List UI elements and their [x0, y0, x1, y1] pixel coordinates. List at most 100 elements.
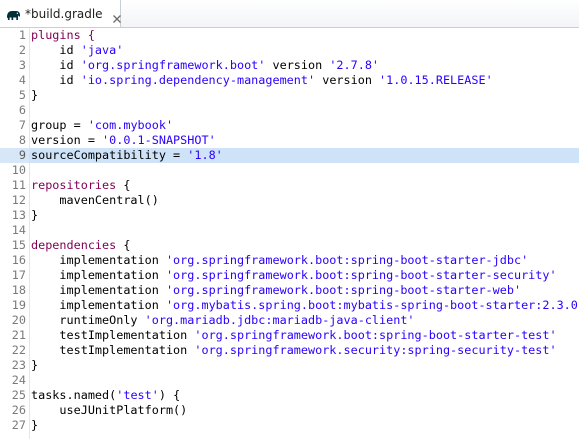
- code-token: }: [31, 418, 39, 432]
- code-line[interactable]: 8 version = '0.0.1-SNAPSHOT': [0, 133, 579, 148]
- code-line[interactable]: 26 useJUnitPlatform(): [0, 403, 579, 418]
- code-token: id: [31, 73, 81, 87]
- code-line[interactable]: 17 implementation 'org.springframework.b…: [0, 268, 579, 283]
- code-line[interactable]: 5}: [0, 88, 579, 103]
- code-token: testImplementation: [31, 328, 195, 342]
- line-number: 19: [11, 298, 26, 312]
- code-line[interactable]: 4 id 'io.spring.dependency-management' v…: [0, 73, 579, 88]
- code-text: sourceCompatibility = '1.8': [31, 148, 223, 163]
- code-text: testImplementation 'org.springframework.…: [31, 343, 556, 358]
- tab-build-gradle[interactable]: *build.gradle: [0, 0, 121, 27]
- code-line[interactable]: 25 tasks.named('test') {: [0, 388, 579, 403]
- code-line[interactable]: 14: [0, 223, 579, 238]
- line-number: 20: [11, 313, 26, 327]
- code-text: mavenCentral(): [31, 193, 159, 208]
- code-token: useJUnitPlatform(): [31, 403, 188, 417]
- string-literal: 'org.springframework.boot': [80, 58, 266, 72]
- string-literal: 'org.springframework.boot:spring-boot-st…: [165, 268, 557, 282]
- editor-tab-bar: *build.gradle: [0, 0, 579, 28]
- close-icon[interactable]: [112, 9, 122, 23]
- keyword-token: plugins {: [31, 28, 95, 42]
- code-text: implementation 'org.springframework.boot…: [31, 253, 528, 268]
- code-line[interactable]: 18 implementation 'org.springframework.b…: [0, 283, 579, 298]
- string-literal: 'java': [80, 43, 124, 57]
- code-token: sourceCompatibility =: [31, 148, 188, 162]
- code-line[interactable]: 1 plugins {: [0, 28, 579, 43]
- code-text: id 'org.springframework.boot' version '2…: [31, 58, 379, 73]
- code-token: version =: [31, 133, 103, 147]
- line-number: 11: [11, 178, 26, 192]
- code-token: }: [31, 88, 39, 102]
- code-token: tasks.named(: [31, 388, 117, 402]
- code-line[interactable]: 27}: [0, 418, 579, 433]
- line-number: 8: [18, 133, 26, 147]
- code-text: id 'io.spring.dependency-management' ver…: [31, 73, 493, 88]
- code-token: mavenCentral(): [31, 193, 159, 207]
- code-token: implementation: [31, 268, 166, 282]
- code-line[interactable]: 6: [0, 103, 579, 118]
- code-line[interactable]: 7 group = 'com.mybook': [0, 118, 579, 133]
- code-text: runtimeOnly 'org.mariadb.jdbc:mariadb-ja…: [31, 313, 414, 328]
- line-number: 9: [0, 148, 29, 163]
- code-text: }: [31, 358, 38, 373]
- code-line[interactable]: 3 id 'org.springframework.boot' version …: [0, 58, 579, 73]
- code-token: implementation: [31, 283, 166, 297]
- code-token: version: [265, 58, 330, 72]
- tab-title: *build.gradle: [25, 6, 103, 21]
- code-line[interactable]: 9 sourceCompatibility = '1.8': [0, 148, 579, 163]
- line-number: 21: [11, 328, 26, 342]
- string-literal: 'org.springframework.boot:spring-boot-st…: [194, 328, 557, 342]
- code-line[interactable]: 21 testImplementation 'org.springframewo…: [0, 328, 579, 343]
- code-text: testImplementation 'org.springframework.…: [31, 328, 557, 343]
- string-literal: 'com.mybook': [87, 118, 174, 132]
- keyword-token: dependencies: [31, 238, 117, 252]
- code-text: implementation 'org.springframework.boot…: [31, 268, 557, 283]
- line-number: 18: [11, 283, 26, 297]
- line-number: 26: [11, 403, 26, 417]
- code-token: {: [116, 178, 131, 192]
- code-token: group =: [31, 118, 88, 132]
- code-line[interactable]: 13}: [0, 208, 579, 223]
- code-line[interactable]: 15 dependencies {: [0, 238, 579, 253]
- string-literal: 'io.spring.dependency-management': [80, 73, 316, 87]
- string-literal: '1.8': [187, 148, 223, 162]
- code-token: id: [31, 58, 81, 72]
- line-number: 1: [18, 28, 26, 42]
- code-text: repositories {: [31, 178, 130, 193]
- code-token: }: [31, 208, 39, 222]
- code-text: implementation 'org.springframework.boot…: [31, 283, 521, 298]
- code-text: plugins {: [31, 28, 95, 43]
- gradle-elephant-icon: [5, 7, 21, 21]
- code-text: version = '0.0.1-SNAPSHOT': [31, 133, 216, 148]
- code-line[interactable]: 16 implementation 'org.springframework.b…: [0, 253, 579, 268]
- code-line[interactable]: 11 repositories {: [0, 178, 579, 193]
- code-text: }: [31, 208, 38, 223]
- code-text: implementation 'org.mybatis.spring.boot:…: [31, 298, 579, 313]
- line-number: 22: [11, 343, 26, 357]
- code-line[interactable]: 20 runtimeOnly 'org.mariadb.jdbc:mariadb…: [0, 313, 579, 328]
- string-literal: 'org.springframework.boot:spring-boot-st…: [165, 283, 522, 297]
- code-text: dependencies {: [31, 238, 130, 253]
- line-number: 15: [11, 238, 26, 252]
- code-token: version: [315, 73, 380, 87]
- line-number: 17: [11, 268, 26, 282]
- code-token: testImplementation: [31, 343, 195, 357]
- code-line[interactable]: 22 testImplementation 'org.springframewo…: [0, 343, 579, 358]
- code-text: group = 'com.mybook': [31, 118, 173, 133]
- code-line[interactable]: 2 id 'java': [0, 43, 579, 58]
- line-number: 25: [11, 388, 26, 402]
- code-line[interactable]: 23}: [0, 358, 579, 373]
- line-number: 12: [11, 193, 26, 207]
- line-number: 3: [18, 58, 26, 72]
- string-literal: '1.0.15.RELEASE': [379, 73, 493, 87]
- line-number: 23: [11, 358, 26, 372]
- code-editor[interactable]: 1 plugins {2 id 'java' 3 id 'org.springfra…: [0, 28, 579, 439]
- code-text: }: [31, 418, 38, 433]
- code-line[interactable]: 10: [0, 163, 579, 178]
- line-number: 6: [18, 103, 26, 117]
- code-line[interactable]: 19 implementation 'org.mybatis.spring.bo…: [0, 298, 579, 313]
- code-line[interactable]: 24: [0, 373, 579, 388]
- keyword-token: repositories: [31, 178, 117, 192]
- code-line[interactable]: 12 mavenCentral(): [0, 193, 579, 208]
- code-text: id 'java': [31, 43, 123, 58]
